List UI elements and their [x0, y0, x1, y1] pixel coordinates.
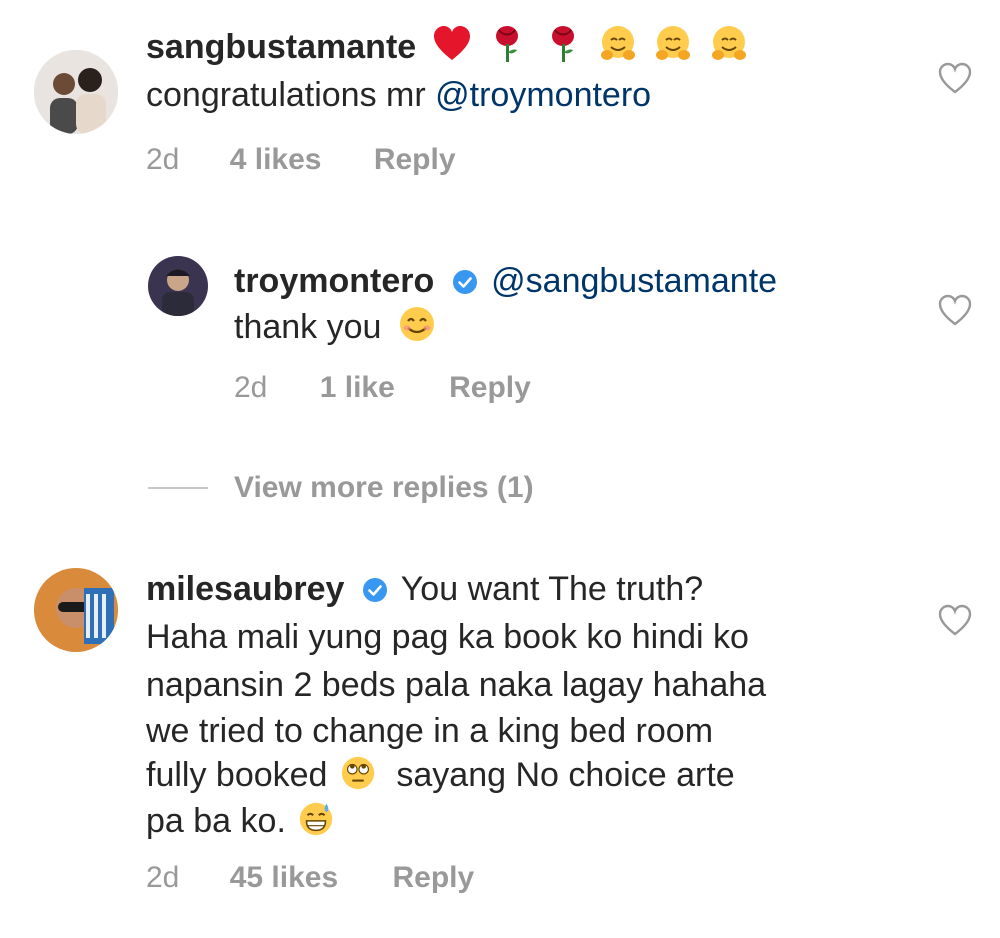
red-heart-icon [432, 24, 472, 64]
likes-count[interactable]: 4 likes [230, 142, 322, 178]
view-more-replies-button[interactable]: View more replies (1) [234, 470, 534, 506]
mention-link[interactable]: @troymontero [435, 76, 651, 114]
comment-text: fully booked sayang No choice arte [146, 752, 735, 798]
timestamp: 2d [146, 861, 180, 894]
timestamp: 2d [234, 371, 268, 404]
comment-text-line: You want The truth? [400, 570, 704, 608]
comment-meta: 2d 4 likes Reply [146, 142, 456, 178]
like-heart-icon[interactable] [938, 604, 972, 638]
comment-meta: 2d 45 likes Reply [146, 860, 474, 896]
like-heart-icon[interactable] [938, 62, 972, 96]
hugging-face-icon [709, 24, 749, 64]
comment-header: troymontero @sangbustamante [234, 258, 777, 304]
avatar[interactable] [148, 256, 208, 316]
username[interactable]: milesaubrey [146, 570, 344, 608]
comment-text-line: sayang No choice arte [396, 756, 735, 794]
view-more-divider [148, 487, 208, 489]
avatar[interactable] [34, 568, 118, 652]
rolling-eyes-face-icon [339, 754, 377, 792]
like-heart-icon[interactable] [938, 294, 972, 328]
smiling-face-icon [397, 304, 437, 344]
avatar[interactable] [34, 50, 118, 134]
comment-text: pa ba ko. [146, 798, 335, 844]
username[interactable]: troymontero [234, 262, 434, 300]
rose-icon [543, 24, 583, 64]
comment-text: congratulations mr @troymontero [146, 72, 651, 118]
comments-thread: sangbustamante congratulations mr @troym… [0, 0, 1000, 938]
comment-text-line: congratulations mr [146, 76, 436, 114]
comment-text-line: we tried to change in a king bed room [146, 712, 714, 750]
username[interactable]: sangbustamante [146, 28, 416, 66]
comment-text-line: Haha mali yung pag ka book ko hindi ko [146, 618, 749, 656]
rose-icon [487, 24, 527, 64]
hugging-face-icon [598, 24, 638, 64]
comment-meta: 2d 1 like Reply [234, 370, 531, 406]
reply-button[interactable]: Reply [374, 142, 456, 178]
comment-text-line: pa ba ko. [146, 802, 286, 840]
reply-button[interactable]: Reply [449, 370, 531, 406]
comment-header: sangbustamante [146, 24, 749, 70]
comment-text-line: fully booked [146, 756, 328, 794]
likes-count[interactable]: 1 like [320, 370, 395, 406]
hugging-face-icon [653, 24, 693, 64]
comment-text-line: napansin 2 beds pala naka lagay hahaha [146, 666, 767, 704]
grinning-sweat-face-icon [297, 800, 335, 838]
comment-text-line: thank you [234, 308, 382, 346]
likes-count[interactable]: 45 likes [230, 860, 338, 896]
reply-button[interactable]: Reply [393, 860, 475, 896]
comment-header: milesaubrey You want The truth? [146, 566, 703, 612]
timestamp: 2d [146, 143, 180, 176]
verified-badge-icon [362, 577, 388, 603]
comment-text: thank you [234, 304, 437, 350]
verified-badge-icon [452, 269, 478, 295]
mention-link[interactable]: @sangbustamante [491, 262, 777, 300]
